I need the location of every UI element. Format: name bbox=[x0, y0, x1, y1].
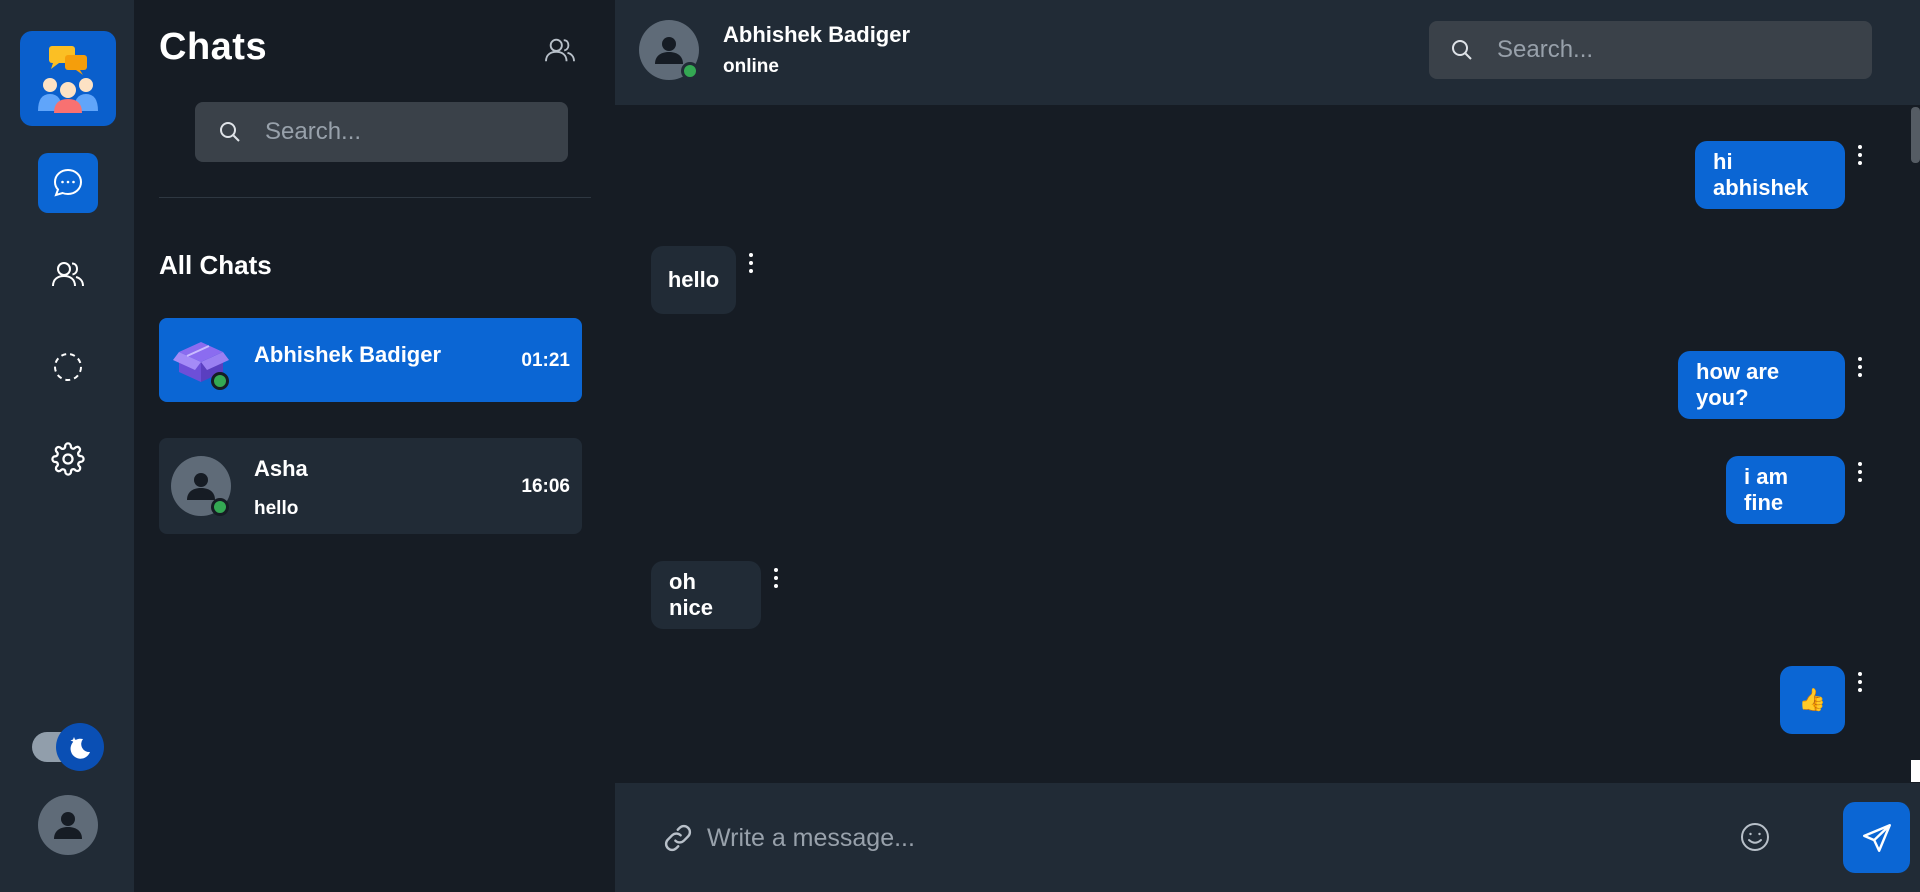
chat-list-item[interactable]: Abhishek Badiger 01:21 bbox=[159, 318, 582, 402]
message-text: oh nice bbox=[669, 569, 714, 620]
gear-icon bbox=[51, 442, 85, 476]
message-bubble-outgoing[interactable]: 👍 bbox=[1780, 666, 1845, 734]
message-options-button[interactable] bbox=[1853, 670, 1867, 694]
attach-button[interactable] bbox=[660, 820, 696, 856]
online-indicator bbox=[211, 372, 229, 390]
chat-search-input[interactable] bbox=[265, 118, 568, 146]
nav-groups-button[interactable] bbox=[38, 244, 98, 304]
chat-name: Abhishek Badiger bbox=[254, 342, 442, 367]
scrollbar-end-marker bbox=[1911, 760, 1920, 782]
message-options-button[interactable] bbox=[1853, 355, 1867, 379]
moon-icon bbox=[70, 737, 90, 759]
panel-title: Chats bbox=[159, 26, 268, 68]
profile-avatar[interactable] bbox=[38, 795, 98, 855]
message-bubble-incoming[interactable]: oh nice bbox=[651, 561, 761, 629]
message-bubble-outgoing[interactable]: i am fine bbox=[1726, 456, 1845, 524]
nav-chats-button[interactable] bbox=[38, 153, 98, 213]
chat-time: 16:06 bbox=[521, 476, 570, 497]
chat-time: 01:21 bbox=[521, 350, 570, 371]
divider bbox=[159, 197, 591, 198]
send-button[interactable] bbox=[1843, 802, 1910, 873]
contact-name: Abhishek Badiger bbox=[723, 22, 911, 47]
chat-list-item[interactable]: Asha 16:06 hello bbox=[159, 438, 582, 534]
online-indicator bbox=[211, 498, 229, 516]
message-search-input[interactable] bbox=[1497, 36, 1872, 64]
chat-name: Asha bbox=[254, 456, 308, 481]
message-options-button[interactable] bbox=[1853, 460, 1867, 484]
message-bubble-incoming[interactable]: hello bbox=[651, 246, 736, 314]
nav-rail bbox=[0, 0, 134, 892]
message-options-button[interactable] bbox=[1853, 143, 1867, 167]
chat-preview: hello bbox=[254, 498, 299, 519]
nav-stories-button[interactable] bbox=[38, 337, 98, 397]
user-silhouette-icon bbox=[54, 812, 82, 839]
app-logo bbox=[20, 31, 116, 126]
chat-list-panel: Chats All Chats Abhishek bbox=[134, 0, 615, 892]
send-icon bbox=[1862, 823, 1891, 852]
contact-status: online bbox=[723, 56, 779, 77]
user-silhouette-icon bbox=[187, 473, 215, 500]
message-options-button[interactable] bbox=[769, 566, 783, 590]
theme-toggle[interactable] bbox=[32, 723, 104, 771]
paperclip-link-icon bbox=[664, 824, 692, 852]
conversation-header: Abhishek Badiger online bbox=[615, 0, 1920, 105]
message-text: hi abhishek bbox=[1713, 149, 1809, 200]
avatar bbox=[171, 330, 231, 390]
search-icon bbox=[1452, 40, 1472, 60]
conversation-panel: Abhishek Badiger online hi abhishek hell… bbox=[615, 0, 1920, 892]
online-indicator bbox=[681, 62, 699, 80]
users-icon bbox=[545, 38, 575, 62]
chat-search-box bbox=[195, 102, 568, 162]
message-composer bbox=[615, 783, 1920, 892]
users-icon bbox=[52, 262, 84, 287]
smiley-icon bbox=[1741, 823, 1769, 851]
message-list: hi abhishek hello how are you? i am fine… bbox=[615, 105, 1920, 783]
all-chats-heading: All Chats bbox=[159, 250, 272, 280]
scrollbar-thumb[interactable] bbox=[1911, 107, 1920, 163]
message-search-box bbox=[1429, 21, 1872, 79]
message-text: hello bbox=[667, 267, 720, 292]
stories-icon bbox=[54, 353, 82, 381]
thumbs-up-emoji: 👍 bbox=[1798, 687, 1827, 713]
nav-settings-button[interactable] bbox=[38, 429, 98, 489]
avatar bbox=[171, 456, 231, 516]
message-bubble-outgoing[interactable]: how are you? bbox=[1678, 351, 1845, 419]
message-options-button[interactable] bbox=[744, 251, 758, 275]
user-silhouette-icon bbox=[655, 37, 683, 64]
message-text: how are you? bbox=[1696, 359, 1780, 410]
message-text: i am fine bbox=[1744, 464, 1789, 515]
emoji-button[interactable] bbox=[1737, 819, 1773, 855]
search-icon bbox=[220, 122, 240, 142]
message-bubble-outgoing[interactable]: hi abhishek bbox=[1695, 141, 1845, 209]
contact-avatar[interactable] bbox=[639, 20, 699, 80]
chat-group-logo-icon bbox=[38, 46, 98, 113]
chat-bubble-icon bbox=[53, 168, 83, 197]
message-input[interactable] bbox=[707, 813, 1707, 863]
new-group-button[interactable] bbox=[540, 30, 580, 70]
theme-toggle-knob bbox=[56, 723, 104, 771]
